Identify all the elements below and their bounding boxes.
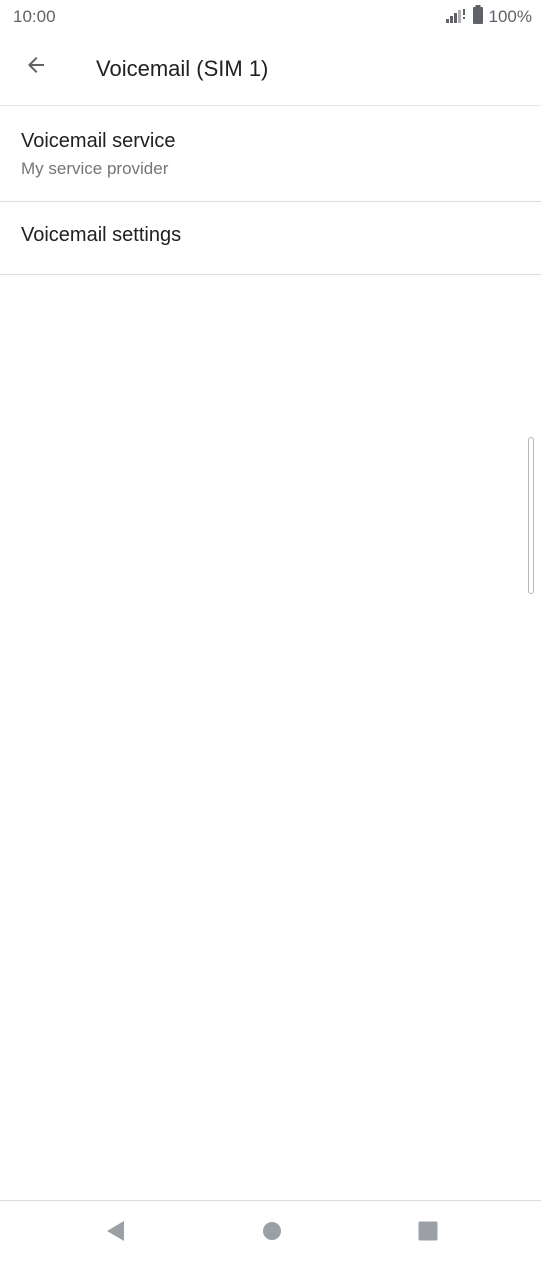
list-item-subtitle: My service provider	[21, 159, 169, 178]
nav-home-button[interactable]	[252, 1213, 292, 1253]
status-indicators: 100%	[445, 4, 532, 30]
page-title: Voicemail (SIM 1)	[96, 56, 269, 81]
status-bar: 10:00 100%	[0, 0, 541, 34]
nav-back-icon	[105, 1220, 127, 1247]
nav-home-icon	[262, 1221, 282, 1246]
nav-back-button[interactable]	[96, 1213, 136, 1253]
nav-recents-button[interactable]	[408, 1213, 448, 1253]
navigation-bar	[0, 1200, 541, 1265]
arrow-left-icon	[24, 53, 48, 82]
list-item-voicemail-service[interactable]: Voicemail service My service provider	[0, 106, 541, 202]
scrollbar[interactable]	[528, 437, 534, 594]
status-time: 10:00	[13, 7, 56, 26]
signal-icon	[445, 6, 467, 29]
list-item-voicemail-settings[interactable]: Voicemail settings	[0, 202, 541, 275]
list-item-title: Voicemail settings	[21, 224, 182, 246]
nav-recents-icon	[418, 1221, 438, 1246]
list-item-title: Voicemail service	[21, 130, 176, 152]
settings-list: Voicemail service My service provider Vo…	[0, 106, 541, 275]
back-button[interactable]	[14, 45, 58, 89]
battery-icon	[472, 4, 484, 30]
battery-percent: 100%	[488, 7, 532, 26]
app-bar: Voicemail (SIM 1)	[0, 34, 541, 106]
